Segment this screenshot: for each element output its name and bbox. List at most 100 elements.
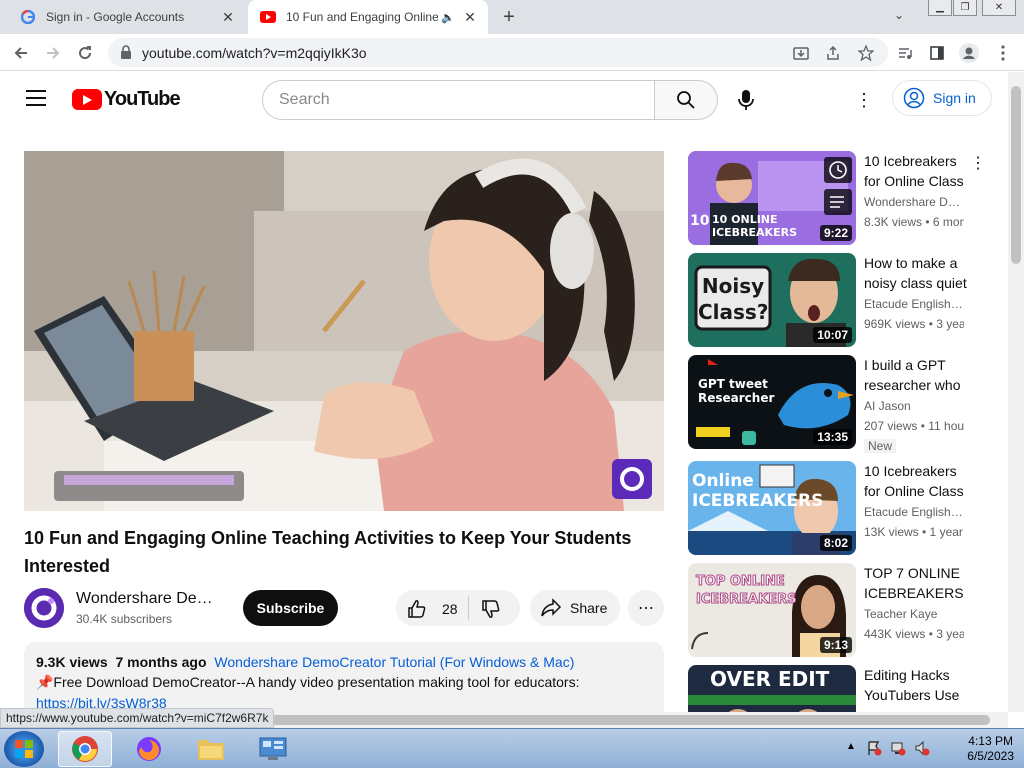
microphone-icon	[738, 90, 754, 110]
audio-playing-icon[interactable]: 🔈	[438, 7, 458, 27]
bookmark-star-icon[interactable]	[853, 40, 879, 66]
channel-avatar[interactable]	[24, 588, 64, 628]
forward-button[interactable]	[40, 40, 66, 66]
back-button[interactable]	[8, 40, 34, 66]
restore-button[interactable]: ❐	[953, 0, 977, 16]
taskbar-file-explorer[interactable]	[184, 731, 238, 767]
close-tab-icon[interactable]: ✕	[218, 7, 238, 27]
description-box[interactable]: 9.3K views 7 months ago Wondershare Demo…	[24, 642, 664, 712]
media-control-icon[interactable]	[892, 40, 918, 66]
subscribe-button[interactable]: Subscribe	[243, 590, 338, 626]
search-button[interactable]	[654, 80, 718, 120]
minimize-button[interactable]: ▁	[928, 0, 952, 16]
reload-button[interactable]	[72, 40, 98, 66]
search-icon	[677, 91, 695, 109]
tab-search-chevron-icon[interactable]: ⌄	[894, 8, 904, 22]
volume-muted-icon[interactable]	[914, 740, 930, 761]
tab-google-accounts[interactable]: Sign in - Google Accounts ✕	[8, 0, 246, 34]
recommendation-title[interactable]: TOP 7 ONLINE ICEBREAKERS for online teac…	[864, 563, 976, 603]
subscriber-count: 30.4K subscribers	[76, 612, 173, 626]
action-center-flag-icon[interactable]	[866, 740, 882, 761]
show-hidden-icons-chevron-icon[interactable]: ▲	[846, 741, 856, 752]
recommendation-meta: 443K views • 3 years ago	[864, 627, 964, 641]
youtube-logo[interactable]: YouTube	[72, 88, 181, 111]
thumbs-up-icon	[408, 600, 426, 618]
lock-icon[interactable]	[120, 45, 132, 64]
clock-date: 6/5/2023	[967, 749, 1014, 763]
video-duration: 9:22	[819, 225, 852, 241]
sign-in-button[interactable]: Sign in	[892, 80, 992, 116]
video-thumbnail[interactable]: 10 10 ONLINE ICEBREAKERS 9:22	[688, 151, 856, 245]
scrollbar-thumb[interactable]	[270, 715, 990, 725]
side-panel-icon[interactable]	[924, 40, 950, 66]
thumbs-down-icon	[482, 600, 500, 618]
recommendation-item[interactable]: OVER EDIT Editing Hacks YouTubers Use	[688, 665, 998, 712]
share-button[interactable]: Share	[530, 590, 620, 626]
taskbar-chrome[interactable]	[58, 731, 112, 767]
search-input[interactable]: Search	[262, 80, 655, 120]
share-page-icon[interactable]	[820, 40, 846, 66]
start-button[interactable]	[4, 731, 44, 767]
share-arrow-icon	[541, 598, 562, 617]
url-text: youtube.com/watch?v=m2qqiyIkK3o	[142, 45, 367, 61]
video-duration: 9:13	[819, 637, 852, 653]
video-thumbnail[interactable]: GPT tweet Researcher 13:35	[688, 355, 856, 449]
recommendation-item[interactable]: 10 10 ONLINE ICEBREAKERS 9:22 10 Icebrea…	[688, 151, 998, 245]
recommendation-menu-icon[interactable]: ⋮	[970, 153, 986, 173]
dislike-button[interactable]	[480, 598, 502, 625]
hamburger-menu-icon[interactable]	[26, 90, 46, 106]
recommendation-item[interactable]: Online ICEBREAKERS 8:02 10 Icebreakers f…	[688, 461, 998, 555]
channel-name[interactable]: Wondershare DemoCreator	[76, 590, 224, 608]
recommendation-title[interactable]: Editing Hacks YouTubers Use	[864, 665, 976, 705]
description-tag[interactable]: Wondershare DemoCreator Tutorial (For Wi…	[214, 654, 574, 670]
video-player[interactable]	[24, 151, 664, 511]
browser-toolbar: youtube.com/watch?v=m2qqiyIkK3o	[0, 34, 1024, 71]
vertical-scrollbar[interactable]	[1008, 72, 1024, 712]
recommendation-item[interactable]: TOP ONLINE ICEBREAKERS 9:13 TOP 7 ONLINE…	[688, 563, 998, 657]
recommendation-title[interactable]: How to make a noisy class quiet	[864, 253, 976, 293]
video-thumbnail[interactable]: OVER EDIT	[688, 665, 856, 712]
windows-taskbar: ▲ 4:13 PM 6/5/2023	[0, 728, 1024, 768]
profile-avatar-icon[interactable]	[956, 40, 982, 66]
taskbar-control-panel[interactable]	[246, 731, 300, 767]
new-badge: New	[864, 439, 897, 453]
recommendation-channel[interactable]: Etacude English Teaching	[864, 505, 964, 519]
system-clock[interactable]: 4:13 PM 6/5/2023	[967, 734, 1014, 764]
address-bar[interactable]: youtube.com/watch?v=m2qqiyIkK3o	[108, 38, 888, 67]
chrome-menu-icon[interactable]	[990, 40, 1016, 66]
video-duration: 8:02	[819, 535, 852, 551]
scrollbar-thumb[interactable]	[1011, 86, 1021, 264]
recommendation-channel[interactable]: Teacher Kaye	[864, 607, 964, 621]
new-tab-button[interactable]: +	[498, 6, 520, 28]
logo-text: YouTube	[104, 88, 181, 110]
thumbnail-caption: Online ICEBREAKERS	[692, 471, 824, 511]
recommendation-channel[interactable]: Wondershare DemoCreator	[864, 195, 964, 209]
recommendation-title[interactable]: 10 Icebreakers for Online Class	[864, 151, 976, 191]
voice-search-button[interactable]	[730, 84, 762, 116]
recommendation-channel[interactable]: AI Jason	[864, 399, 964, 413]
more-actions-button[interactable]: ⋯	[628, 590, 664, 626]
clock-time: 4:13 PM	[968, 734, 1013, 748]
like-dislike-group: 28	[396, 590, 520, 626]
description-line: 📌Free Download DemoCreator--A handy vide…	[36, 674, 580, 690]
youtube-favicon	[260, 9, 276, 25]
youtube-header: YouTube Search ⋮ Sign in	[0, 72, 1008, 128]
google-icon	[20, 9, 36, 25]
taskbar-firefox[interactable]	[122, 731, 176, 767]
recommendation-title[interactable]: 10 Icebreakers for Online Class	[864, 461, 976, 501]
video-thumbnail[interactable]: Online ICEBREAKERS 8:02	[688, 461, 856, 555]
recommendation-item[interactable]: GPT tweet Researcher 13:35 I build a GPT…	[688, 355, 998, 453]
tab-youtube-video[interactable]: 10 Fun and Engaging Online Teaching Acti…	[248, 0, 488, 34]
settings-menu-icon[interactable]: ⋮	[854, 86, 874, 114]
video-thumbnail[interactable]: TOP ONLINE ICEBREAKERS 9:13	[688, 563, 856, 657]
network-icon[interactable]	[890, 740, 906, 761]
like-button[interactable]: 28	[406, 598, 458, 620]
video-thumbnail[interactable]: Noisy Class? 10:07	[688, 253, 856, 347]
close-window-button[interactable]: ✕	[982, 0, 1016, 16]
recommendation-channel[interactable]: Etacude English Teaching	[864, 297, 964, 311]
close-tab-icon[interactable]: ✕	[460, 7, 480, 27]
recommendation-item[interactable]: Noisy Class? 10:07 How to make a noisy c…	[688, 253, 998, 347]
recommendation-meta: 969K views • 3 years ago	[864, 317, 964, 331]
install-app-icon[interactable]	[788, 40, 814, 66]
recommendation-title[interactable]: I build a GPT researcher who tweets	[864, 355, 976, 395]
